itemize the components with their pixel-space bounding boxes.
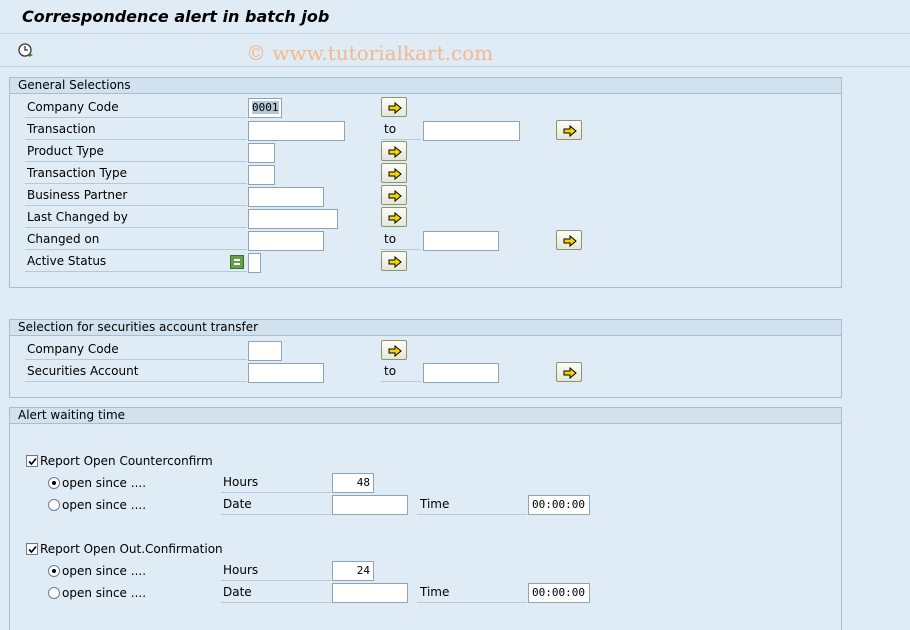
counterconfirm-open-since-date-label: open since ....	[62, 498, 147, 512]
out-confirmation-date-input[interactable]	[332, 583, 408, 603]
counterconfirm-time-input[interactable]: 00:00:00	[528, 495, 590, 515]
active-status-label: Active Status	[25, 252, 247, 272]
report-open-out-confirmation-label: Report Open Out.Confirmation	[40, 542, 223, 556]
general-selections-group: General Selections Company Code 0001 Tra…	[9, 77, 842, 288]
arrow-right-icon	[388, 212, 402, 224]
out-confirmation-hours-label: Hours	[221, 561, 331, 581]
securities-account-label: Securities Account	[25, 362, 247, 382]
company-code-value: 0001	[252, 101, 279, 114]
changed-on-label: Changed on	[25, 230, 247, 250]
clock-execute-icon	[18, 43, 33, 57]
equals-option-icon[interactable]	[230, 255, 244, 269]
counterconfirm-open-since-date-radio[interactable]	[48, 499, 60, 511]
product-type-label: Product Type	[25, 142, 247, 162]
counterconfirm-hours-label: Hours	[221, 473, 331, 493]
counterconfirm-date-label: Date	[221, 495, 331, 515]
product-type-multiple-selection-button[interactable]	[381, 141, 407, 161]
watermark: © www.tutorialkart.com	[246, 41, 494, 65]
checkmark-icon	[28, 457, 37, 466]
company-code-input[interactable]: 0001	[248, 98, 282, 118]
company-code-label: Company Code	[25, 98, 247, 118]
changed-on-multiple-selection-button[interactable]	[556, 230, 582, 250]
arrow-right-icon	[388, 168, 402, 180]
counterconfirm-open-since-hours-label: open since ....	[62, 476, 147, 490]
transaction-type-multiple-selection-button[interactable]	[381, 163, 407, 183]
page-title: Correspondence alert in batch job	[22, 7, 330, 26]
changed-on-to-label: to	[381, 230, 421, 250]
report-open-counterconfirm-checkbox[interactable]	[26, 455, 38, 467]
securities-account-to-label: to	[381, 362, 421, 382]
out-confirmation-open-since-hours-radio[interactable]	[48, 565, 60, 577]
arrow-right-icon	[388, 190, 402, 202]
out-confirmation-time-input[interactable]: 00:00:00	[528, 583, 590, 603]
company-code-multiple-selection-button[interactable]	[381, 97, 407, 117]
group-heading: General Selections	[10, 78, 841, 94]
securities-account-multiple-selection-button[interactable]	[556, 362, 582, 382]
securities-account-to-input[interactable]	[423, 363, 499, 383]
arrow-right-icon	[388, 256, 402, 268]
out-confirmation-open-since-hours-label: open since ....	[62, 564, 147, 578]
counterconfirm-date-input[interactable]	[332, 495, 408, 515]
counterconfirm-time-label: Time	[417, 495, 527, 515]
out-confirmation-open-since-date-label: open since ....	[62, 586, 147, 600]
arrow-right-icon	[388, 345, 402, 357]
securities-account-transfer-group: Selection for securities account transfe…	[9, 319, 842, 398]
business-partner-label: Business Partner	[25, 186, 247, 206]
securities-company-code-multiple-selection-button[interactable]	[381, 340, 407, 360]
report-open-counterconfirm-label: Report Open Counterconfirm	[40, 454, 213, 468]
checkmark-icon	[28, 545, 37, 554]
transaction-multiple-selection-button[interactable]	[556, 120, 582, 140]
last-changed-by-input[interactable]	[248, 209, 338, 229]
group-heading: Alert waiting time	[10, 408, 841, 424]
alert-waiting-time-group: Alert waiting time Report Open Counterco…	[9, 407, 842, 630]
out-confirmation-open-since-date-radio[interactable]	[48, 587, 60, 599]
arrow-right-icon	[563, 367, 577, 379]
arrow-right-icon	[388, 102, 402, 114]
transaction-to-input[interactable]	[423, 121, 520, 141]
active-status-input[interactable]	[248, 253, 261, 273]
last-changed-by-label: Last Changed by	[25, 208, 247, 228]
execute-button[interactable]	[17, 42, 35, 58]
arrow-right-icon	[388, 146, 402, 158]
transaction-type-label: Transaction Type	[25, 164, 247, 184]
out-confirmation-date-label: Date	[221, 583, 331, 603]
active-status-multiple-selection-button[interactable]	[381, 251, 407, 271]
transaction-type-input[interactable]	[248, 165, 275, 185]
out-confirmation-hours-input[interactable]: 24	[332, 561, 374, 581]
changed-on-to-input[interactable]	[423, 231, 499, 251]
counterconfirm-hours-input[interactable]: 48	[332, 473, 374, 493]
out-confirmation-time-label: Time	[417, 583, 527, 603]
business-partner-input[interactable]	[248, 187, 324, 207]
changed-on-from-input[interactable]	[248, 231, 324, 251]
counterconfirm-open-since-hours-radio[interactable]	[48, 477, 60, 489]
business-partner-multiple-selection-button[interactable]	[381, 185, 407, 205]
arrow-right-icon	[563, 125, 577, 137]
transaction-from-input[interactable]	[248, 121, 345, 141]
group-heading: Selection for securities account transfe…	[10, 320, 841, 336]
securities-company-code-input[interactable]	[248, 341, 282, 361]
transaction-to-label: to	[381, 120, 421, 140]
product-type-input[interactable]	[248, 143, 275, 163]
report-open-out-confirmation-checkbox[interactable]	[26, 543, 38, 555]
securities-company-code-label: Company Code	[25, 340, 247, 360]
transaction-label: Transaction	[25, 120, 247, 140]
securities-account-from-input[interactable]	[248, 363, 324, 383]
arrow-right-icon	[563, 235, 577, 247]
last-changed-by-multiple-selection-button[interactable]	[381, 207, 407, 227]
